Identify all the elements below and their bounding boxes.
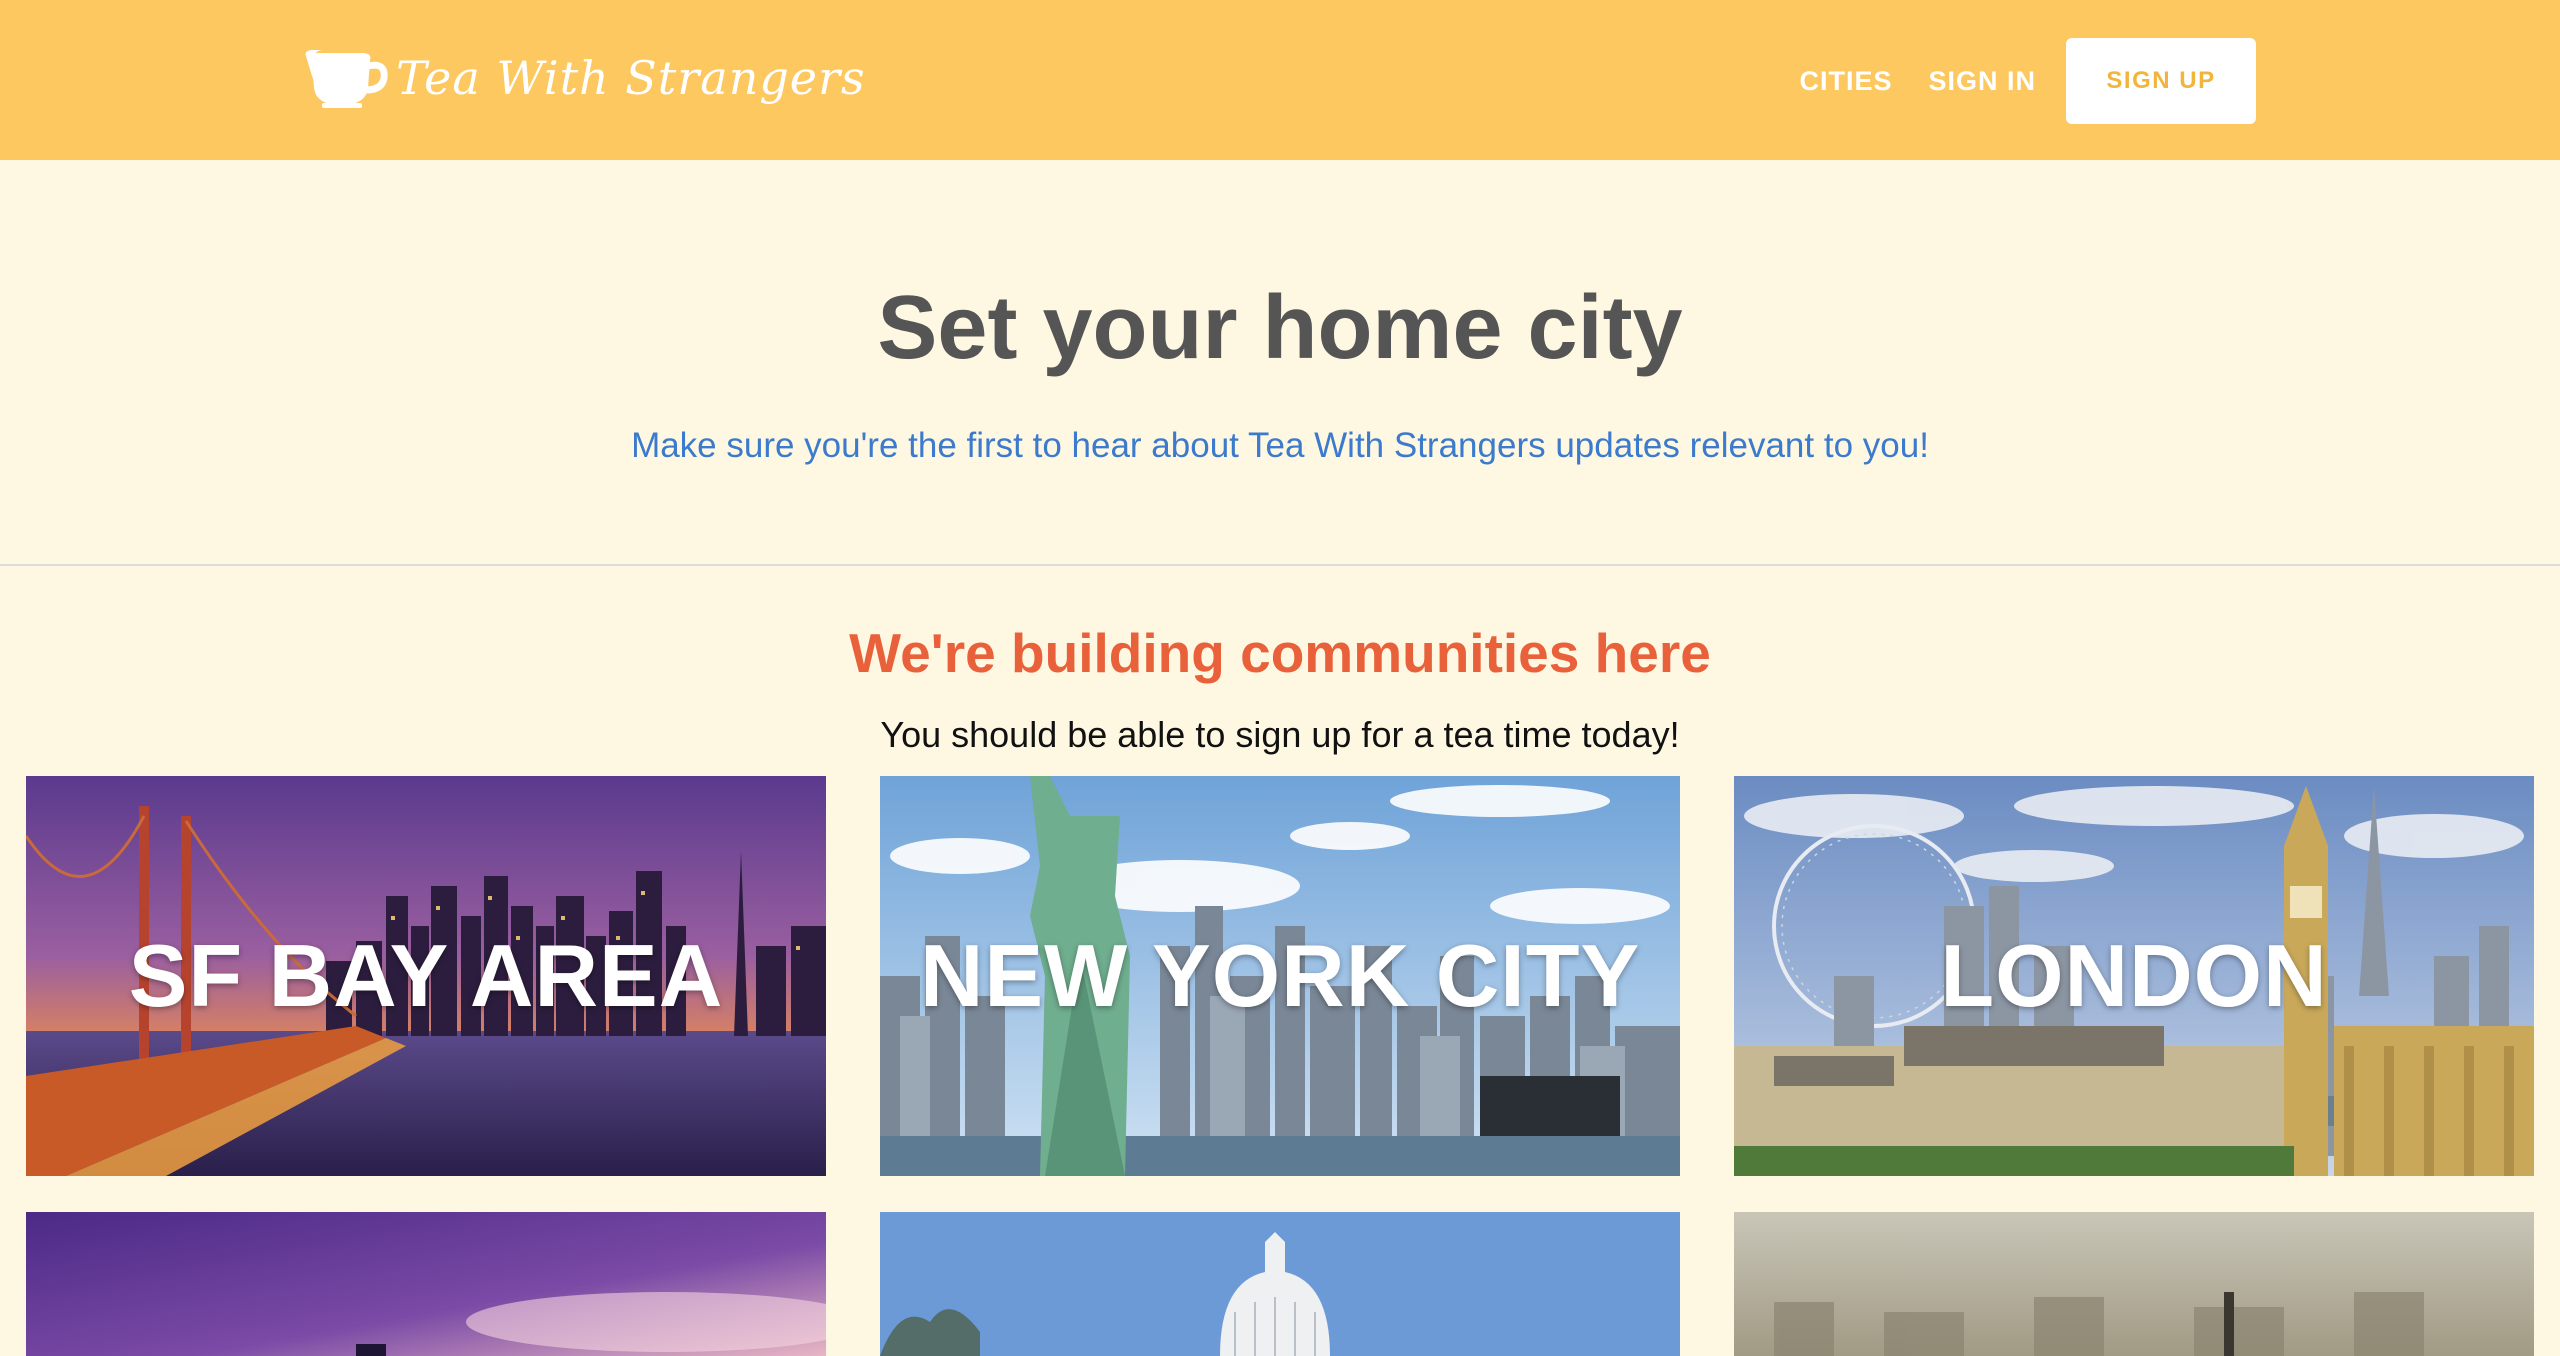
- communities-subheading: You should be able to sign up for a tea …: [880, 714, 1680, 755]
- brand-logo-link[interactable]: Tea With Strangers: [302, 46, 866, 110]
- capitol-dome-photo: [880, 1212, 1680, 1356]
- nav-sign-in-link[interactable]: SIGN IN: [1928, 66, 2036, 97]
- nav-cities-link[interactable]: CITIES: [1799, 66, 1892, 97]
- page-title: Set your home city: [877, 278, 1683, 378]
- communities-heading: We're building communities here: [849, 622, 1711, 684]
- city-name-sf-bay-area: SF BAY AREA: [128, 926, 724, 1025]
- city-card-more-1[interactable]: [26, 1212, 826, 1356]
- teacup-icon: [305, 50, 388, 108]
- main-nav: CITIES SIGN IN SIGN UP: [1763, 38, 2256, 124]
- hazy-city-aerial-photo: [1734, 1212, 2534, 1356]
- city-name-new-york-city: NEW YORK CITY: [919, 926, 1641, 1025]
- city-card-sf-bay-area[interactable]: SF BAY AREA: [26, 776, 826, 1176]
- page-subtitle: Make sure you're the first to hear about…: [631, 426, 1929, 465]
- city-card-london[interactable]: LONDON: [1734, 776, 2534, 1176]
- city-card-more-3[interactable]: [1734, 1212, 2534, 1356]
- top-navbar: Tea With Strangers CITIES SIGN IN SIGN U…: [0, 0, 2560, 160]
- section-divider: [0, 564, 2560, 566]
- purple-sunset-skyline-photo: [26, 1212, 826, 1356]
- sign-up-button[interactable]: SIGN UP: [2066, 38, 2256, 124]
- city-name-london: LONDON: [1940, 926, 2328, 1025]
- city-card-more-2[interactable]: [880, 1212, 1680, 1356]
- brand-name: Tea With Strangers: [396, 51, 866, 105]
- city-card-new-york-city[interactable]: NEW YORK CITY: [880, 776, 1680, 1176]
